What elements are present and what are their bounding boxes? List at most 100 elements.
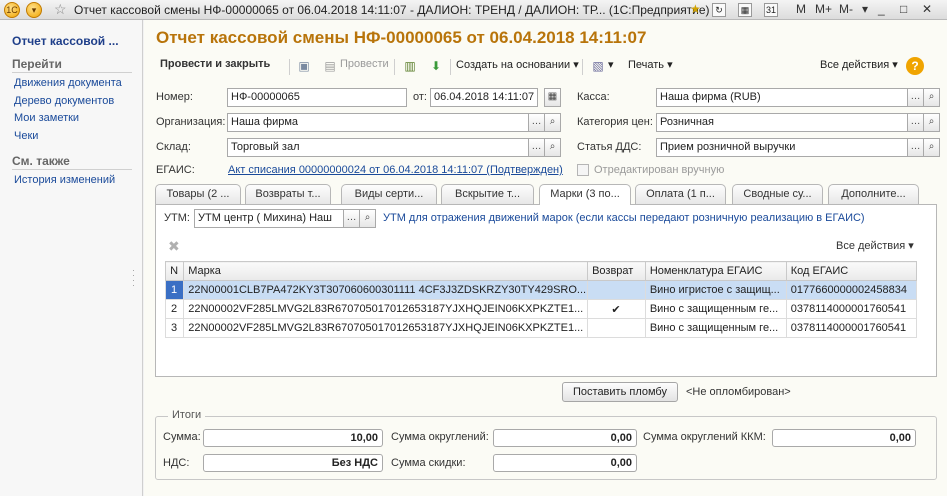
table-all-actions-button[interactable]: Все действия ▾ [836,239,914,252]
calculator-icon[interactable]: ▦ [738,3,752,17]
nav-current-document[interactable]: Отчет кассовой ... [12,34,119,48]
calendar-icon[interactable]: 31 [764,3,778,17]
row-egais-nomenclature[interactable]: Вино с защищенным ге... [644,318,787,338]
print-button[interactable]: Печать ▾ [628,58,673,71]
column-header-return[interactable]: Возврат [587,261,646,281]
all-actions-button[interactable]: Все действия ▾ [820,58,898,71]
report-dropdown-icon[interactable]: ▾ [608,58,614,71]
row-egais-nomenclature[interactable]: Вино с защищенным ге... [644,299,787,319]
tab-additional[interactable]: Дополните... [828,184,919,204]
download-arrow-icon[interactable]: ⬇ [428,58,444,74]
memory-m-button[interactable]: M [796,2,806,16]
tab-opening[interactable]: Вскрытие т... [441,184,534,204]
edited-manually-label: Отредактирован вручную [594,164,725,176]
cash-register-select-button[interactable]: … [907,88,924,107]
row-mark[interactable]: 22N00002VF285LMVG2L83R670705017012653187… [183,318,589,338]
tab-goods[interactable]: Товары (2 ... [155,184,241,204]
column-header-mark[interactable]: Марка [183,261,589,281]
nav-link-history[interactable]: История изменений [14,174,115,186]
calendar-icon[interactable]: ▦ [544,88,561,107]
help-icon[interactable]: ? [906,57,924,75]
row-egais-nomenclature[interactable]: Вино игристое с защищ... [644,280,787,300]
window-title: Отчет кассовой смены НФ-00000065 от 06.0… [74,3,710,17]
row-mark[interactable]: 22N00002VF285LMVG2L83R670705017012653187… [183,299,589,319]
tab-certificates[interactable]: Виды серти... [341,184,437,204]
row-number: 1 [164,280,185,300]
nav-link-receipts[interactable]: Чеки [14,130,38,142]
utm-field[interactable]: УТМ центр ( Михина) Наш [194,209,344,228]
post-icon[interactable]: ▤ [322,58,338,74]
cash-register-search-icon[interactable]: ⌕ [923,88,940,107]
warehouse-search-icon[interactable]: ⌕ [544,138,561,157]
row-number: 3 [164,318,185,338]
utm-select-button[interactable]: … [343,209,360,228]
memory-minus-button[interactable]: M- [839,2,853,16]
warehouse-field[interactable]: Торговый зал [227,138,529,157]
cash-flow-item-search-icon[interactable]: ⌕ [923,138,940,157]
app-logo-icon[interactable]: 1С [4,2,20,18]
save-icon[interactable]: ▣ [296,58,312,74]
tab-returns[interactable]: Возвраты т... [245,184,331,204]
add-favorite-icon[interactable]: ★ [690,2,701,16]
number-field[interactable]: НФ-00000065 [227,88,407,107]
delete-icon[interactable]: ✖ [168,238,180,255]
column-header-egais-nomenclature[interactable]: Номенклатура ЕГАИС [644,261,787,281]
row-egais-code[interactable]: 0177660000002458834 [785,280,918,300]
main-menu-icon[interactable]: ▾ [26,2,42,18]
minimize-icon[interactable]: _ [878,2,885,16]
date-field[interactable]: 06.04.2018 14:11:07 [430,88,538,107]
post-button[interactable]: Провести [340,58,389,70]
put-seal-button[interactable]: Поставить пломбу [562,382,678,402]
price-category-search-icon[interactable]: ⌕ [923,113,940,132]
form-toolbar: Провести и закрыть ▣ ▤ Провести ▥ ⬇ Созд… [154,56,940,78]
row-return[interactable] [587,318,646,338]
report-icon[interactable]: ▧ [590,58,606,74]
nav-link-doc-tree[interactable]: Дерево документов [14,95,114,107]
price-category-field[interactable]: Розничная [656,113,908,132]
egais-writeoff-link[interactable]: Акт списания 00000000024 от 06.04.2018 1… [228,164,563,176]
organization-search-icon[interactable]: ⌕ [544,113,561,132]
row-return[interactable]: ✔ [587,299,646,319]
organization-select-button[interactable]: … [528,113,545,132]
clipboard-check-icon[interactable]: ▥ [402,58,418,74]
utm-search-icon[interactable]: ⌕ [359,209,376,228]
table-row[interactable]: 3 22N00002VF285LMVG2L83R6707050170126531… [164,318,918,338]
chevron-down-icon: ▾ [573,59,579,71]
table-all-actions-label: Все действия [836,240,906,252]
column-header-n[interactable]: N [164,261,185,281]
organization-field[interactable]: Наша фирма [227,113,529,132]
close-icon[interactable]: ✕ [922,2,932,16]
create-based-on-button[interactable]: Создать на основании ▾ [456,58,579,71]
row-egais-code[interactable]: 0378114000001760541 [785,318,918,338]
more-icon[interactable]: ▾ [862,2,868,16]
edited-manually-checkbox[interactable] [577,164,589,176]
favorite-star-icon[interactable]: ☆ [54,1,67,18]
tab-payment[interactable]: Оплата (1 п... [635,184,726,204]
row-return[interactable] [587,280,646,300]
maximize-icon[interactable]: □ [900,2,907,16]
memory-plus-button[interactable]: M+ [815,2,832,16]
nav-link-notes[interactable]: Мои заметки [14,112,79,124]
cash-flow-item-label: Статья ДДС: [577,141,642,153]
table-header-row: N Марка Возврат Номенклатура ЕГАИС Код Е… [164,261,918,281]
table-row[interactable]: 2 22N00002VF285LMVG2L83R6707050170126531… [164,299,918,319]
tab-marks[interactable]: Марки (3 по... [539,184,631,205]
cash-flow-item-field[interactable]: Прием розничной выручки [656,138,908,157]
row-egais-code[interactable]: 0378114000001760541 [785,299,918,319]
panel-splitter-handle[interactable]: · · · · [132,266,135,290]
document-form: Отчет кассовой смены НФ-00000065 от 06.0… [144,20,947,496]
table-row[interactable]: 1 22N00001CLB7PA472KY3T307060600301111 4… [164,280,918,300]
cash-flow-item-select-button[interactable]: … [907,138,924,157]
nav-link-movements[interactable]: Движения документа [14,77,122,89]
column-header-egais-code[interactable]: Код ЕГАИС [785,261,918,281]
utm-hint-text: УТМ для отражения движений марок (если к… [383,212,865,224]
row-mark[interactable]: 22N00001CLB7PA472KY3T307060600301111 4CF… [183,280,589,300]
history-icon[interactable]: ↻ [712,3,726,17]
tab-summary[interactable]: Сводные су... [732,184,823,204]
toolbar-separator [394,59,395,75]
cash-register-field[interactable]: Наша фирма (RUB) [656,88,908,107]
price-category-select-button[interactable]: … [907,113,924,132]
warehouse-select-button[interactable]: … [528,138,545,157]
post-and-close-button[interactable]: Провести и закрыть [160,58,270,70]
seal-status-text: <Не опломбирован> [686,386,791,398]
